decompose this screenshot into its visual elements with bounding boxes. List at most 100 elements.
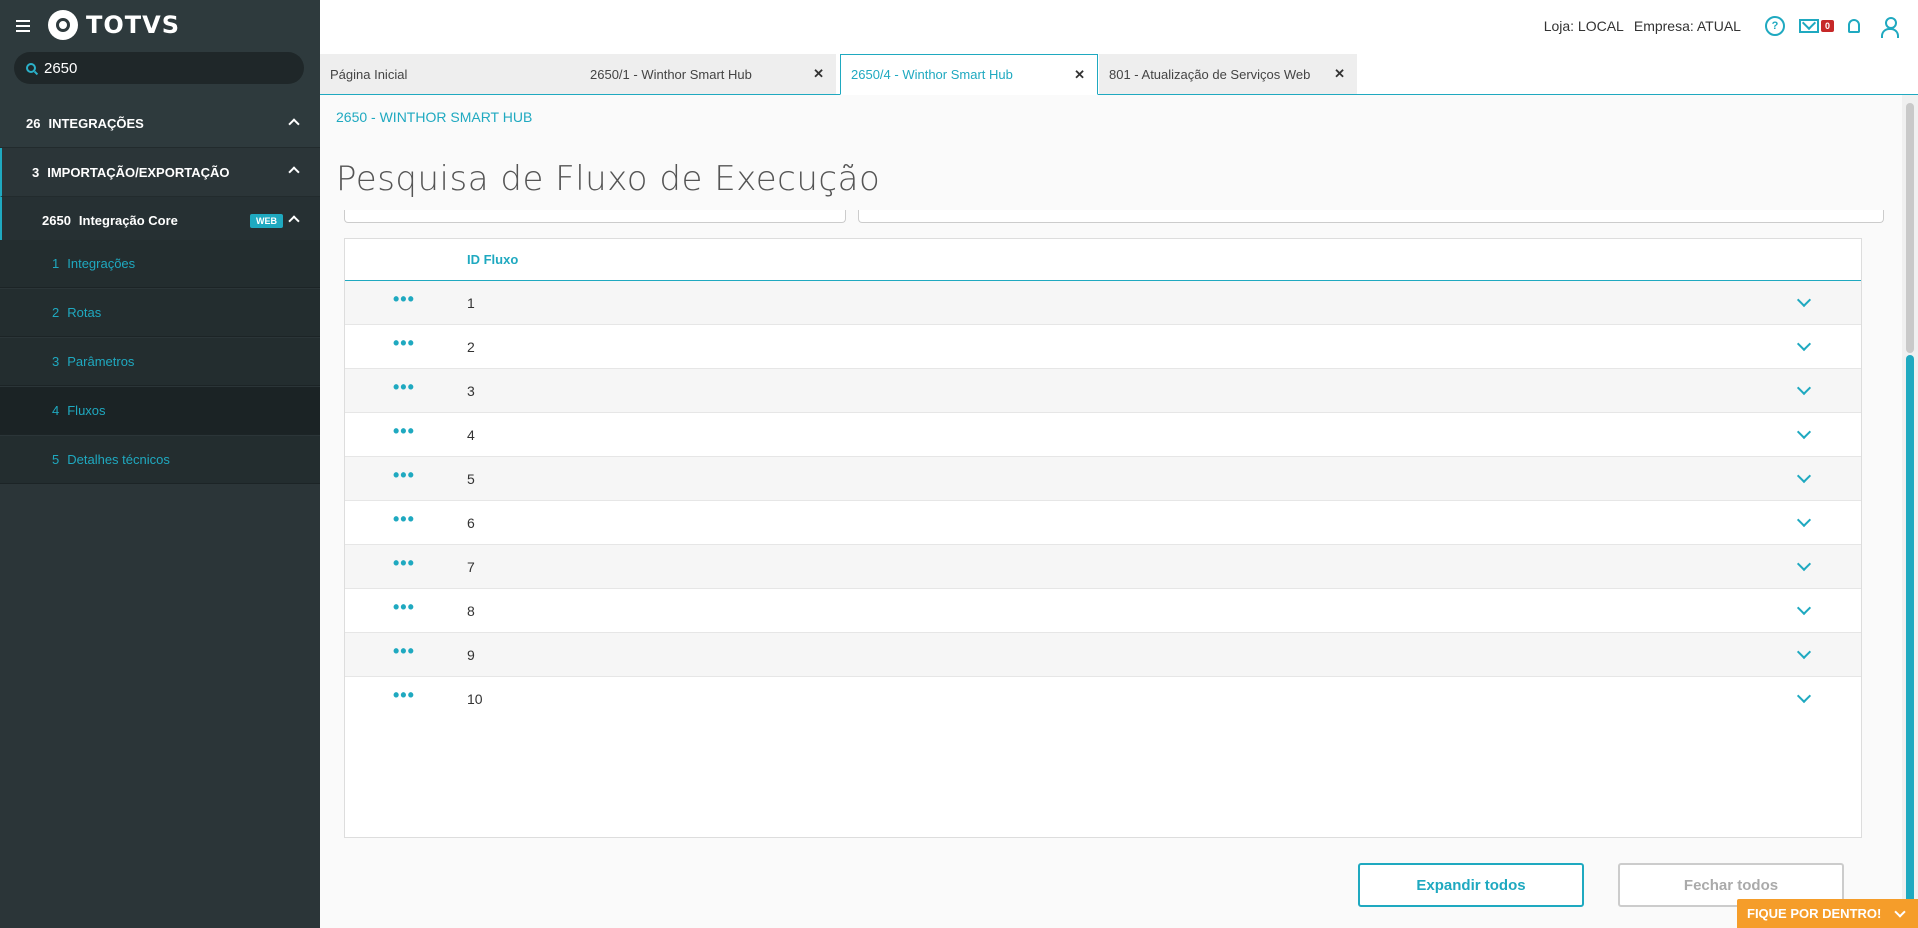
- chevron-up-icon: [288, 118, 300, 130]
- bell-icon[interactable]: [1848, 19, 1860, 33]
- chevron-down-icon[interactable]: [1796, 380, 1812, 396]
- more-actions-icon[interactable]: •••: [393, 510, 415, 528]
- row-id: 5: [467, 471, 475, 487]
- table-row[interactable]: ••• 1: [345, 281, 1861, 325]
- chevron-down-icon[interactable]: [1796, 556, 1812, 572]
- loja-label[interactable]: Loja: LOCAL: [1544, 18, 1624, 34]
- page-scrollbar[interactable]: [1902, 95, 1918, 928]
- nav-level-label: Integração Core: [78, 213, 178, 228]
- table-row[interactable]: ••• 10: [345, 677, 1861, 721]
- row-id: 2: [467, 339, 475, 355]
- chevron-up-icon: [288, 215, 300, 227]
- table-row[interactable]: ••• 8: [345, 589, 1861, 633]
- menu-search-input[interactable]: 2650: [14, 52, 304, 84]
- sidebar-item-detalhes-tecnicos[interactable]: 5 Detalhes técnicos: [0, 436, 320, 484]
- table-row[interactable]: ••• 5: [345, 457, 1861, 501]
- more-actions-icon[interactable]: •••: [393, 290, 415, 308]
- mail-icon: [1798, 19, 1819, 33]
- expand-all-button[interactable]: Expandir todos: [1358, 863, 1584, 907]
- sidebar-item-label: Rotas: [67, 305, 102, 320]
- sidebar-item-parametros[interactable]: 3 Parâmetros: [0, 338, 320, 386]
- row-id: 3: [467, 383, 475, 399]
- filter-field-left[interactable]: [344, 210, 846, 223]
- table-row[interactable]: ••• 9: [345, 633, 1861, 677]
- close-icon[interactable]: ✕: [1074, 67, 1085, 83]
- breadcrumb[interactable]: 2650 - WINTHOR SMART HUB: [336, 109, 532, 125]
- table-row[interactable]: ••• 6: [345, 501, 1861, 545]
- fique-por-dentro-button[interactable]: FIQUE POR DENTRO!: [1737, 899, 1918, 928]
- sidebar-item-fluxos[interactable]: 4 Fluxos: [0, 387, 320, 435]
- more-actions-icon[interactable]: •••: [393, 686, 415, 704]
- tab-bar: Página Inicial 2650/1 - Winthor Smart Hu…: [320, 54, 1918, 95]
- more-actions-icon[interactable]: •••: [393, 334, 415, 352]
- chevron-down-icon: [1894, 906, 1906, 918]
- sidebar-item-integracoes[interactable]: 1 Integrações: [0, 240, 320, 288]
- scrollbar-thumb[interactable]: [1906, 355, 1914, 915]
- scrollbar-track-upper: [1906, 103, 1914, 353]
- table-row[interactable]: ••• 4: [345, 413, 1861, 457]
- more-actions-icon[interactable]: •••: [393, 598, 415, 616]
- help-icon[interactable]: ?: [1764, 16, 1785, 36]
- chevron-down-icon[interactable]: [1796, 292, 1812, 308]
- row-id: 4: [467, 427, 475, 443]
- tab-pagina-inicial[interactable]: Página Inicial: [320, 54, 578, 94]
- more-actions-icon[interactable]: •••: [393, 422, 415, 440]
- chevron-down-icon[interactable]: [1796, 600, 1812, 616]
- chevron-down-icon[interactable]: [1796, 424, 1812, 440]
- chevron-down-icon[interactable]: [1796, 512, 1812, 528]
- table-row[interactable]: ••• 2: [345, 325, 1861, 369]
- sidebar-item-num: 1: [52, 256, 60, 271]
- sidebar-item-label: Parâmetros: [67, 354, 135, 369]
- chevron-down-icon[interactable]: [1796, 688, 1812, 704]
- more-actions-icon[interactable]: •••: [393, 466, 415, 484]
- chevron-down-icon[interactable]: [1796, 468, 1812, 484]
- logo-text: TOTVS: [86, 11, 181, 39]
- sidebar-item-rotas[interactable]: 2 Rotas: [0, 289, 320, 337]
- mail-button[interactable]: 0: [1798, 19, 1834, 33]
- web-badge: WEB: [250, 214, 283, 228]
- header-actions: Loja: LOCAL Empresa: ATUAL ? 0: [1544, 16, 1899, 38]
- table-row[interactable]: ••• 7: [345, 545, 1861, 589]
- nav-level-importacao[interactable]: 3 IMPORTAÇÃO/EXPORTAÇÃO: [0, 148, 320, 197]
- more-actions-icon[interactable]: •••: [393, 554, 415, 572]
- tab-label: 2650/4 - Winthor Smart Hub: [851, 67, 1013, 82]
- row-id: 9: [467, 647, 475, 663]
- flow-table: ID Fluxo ••• 1 ••• 2 ••• 3 ••• 4 ••• 5 •…: [344, 238, 1862, 838]
- sidebar: TOTVS 2650 26 INTEGRAÇÕES 3 IMPORTAÇÃO/E…: [0, 0, 320, 928]
- filter-field-right[interactable]: [858, 210, 1884, 223]
- tab-801[interactable]: 801 - Atualização de Serviços Web ✕: [1099, 54, 1357, 94]
- sidebar-item-label: Fluxos: [67, 403, 106, 418]
- nav-level-integracao-core[interactable]: 2650 Integração Core WEB: [0, 197, 320, 245]
- tab-label: 801 - Atualização de Serviços Web: [1109, 66, 1311, 82]
- totvs-logo: TOTVS: [48, 10, 180, 40]
- nav-level-num: 2650: [42, 213, 71, 228]
- tab-2650-1[interactable]: 2650/1 - Winthor Smart Hub ✕: [578, 54, 836, 94]
- sidebar-item-num: 3: [52, 354, 60, 369]
- nav-level-integracoes[interactable]: 26 INTEGRAÇÕES: [0, 100, 320, 148]
- menu-icon[interactable]: [16, 20, 30, 32]
- user-icon[interactable]: [1880, 17, 1899, 38]
- chevron-down-icon[interactable]: [1796, 336, 1812, 352]
- tab-2650-4[interactable]: 2650/4 - Winthor Smart Hub ✕: [840, 54, 1098, 95]
- close-icon[interactable]: ✕: [1334, 66, 1345, 82]
- row-id: 8: [467, 603, 475, 619]
- nav-level-label: IMPORTAÇÃO/EXPORTAÇÃO: [47, 164, 230, 180]
- chevron-up-icon: [288, 166, 300, 178]
- row-id: 1: [467, 295, 475, 311]
- sidebar-item-label: Detalhes técnicos: [67, 452, 170, 467]
- search-icon: [26, 63, 36, 73]
- sidebar-item-num: 5: [52, 452, 60, 467]
- page-title: Pesquisa de Fluxo de Execução: [336, 159, 881, 199]
- logo-icon: [48, 10, 78, 40]
- close-icon[interactable]: ✕: [813, 66, 824, 82]
- more-actions-icon[interactable]: •••: [393, 642, 415, 660]
- fique-label: FIQUE POR DENTRO!: [1747, 906, 1882, 921]
- more-actions-icon[interactable]: •••: [393, 378, 415, 396]
- mail-count-badge: 0: [1820, 20, 1834, 32]
- empresa-label[interactable]: Empresa: ATUAL: [1634, 18, 1741, 34]
- table-row[interactable]: ••• 3: [345, 369, 1861, 413]
- row-id: 10: [467, 691, 483, 707]
- row-id: 6: [467, 515, 475, 531]
- chevron-down-icon[interactable]: [1796, 644, 1812, 660]
- column-header-id-fluxo[interactable]: ID Fluxo: [467, 252, 518, 267]
